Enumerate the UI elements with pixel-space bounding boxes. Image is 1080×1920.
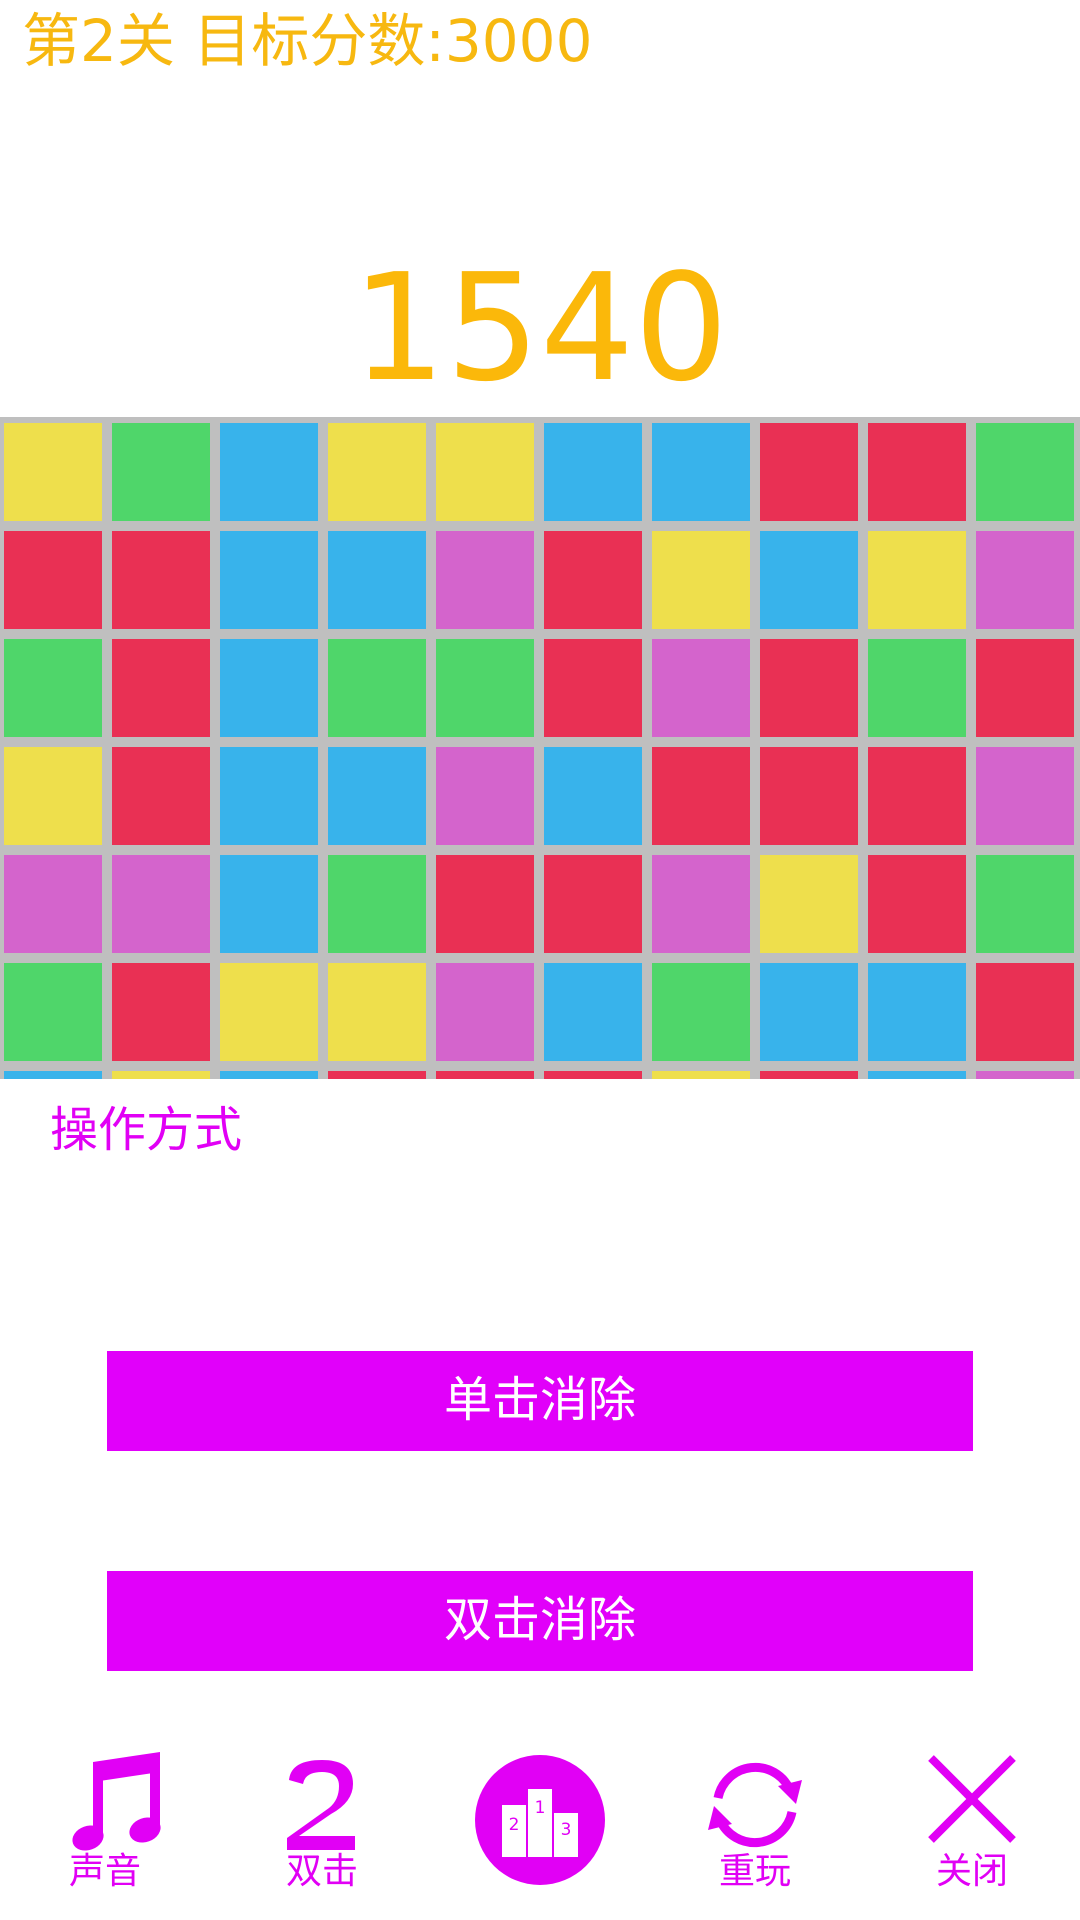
sound-button[interactable]: 声音	[30, 1750, 180, 1900]
tile-r5-c8[interactable]	[760, 855, 858, 953]
single-click-eliminate-button[interactable]: 单击消除	[107, 1351, 973, 1451]
tile-r3-c5[interactable]	[436, 639, 534, 737]
tile-r5-c10[interactable]	[976, 855, 1074, 953]
tile-r5-c2[interactable]	[112, 855, 210, 953]
tile-r1-c8[interactable]	[760, 423, 858, 521]
level-target-title: 第2关 目标分数:3000	[22, 7, 593, 75]
tile-r3-c9[interactable]	[868, 639, 966, 737]
tile-r5-c4[interactable]	[328, 855, 426, 953]
tile-r1-c6[interactable]	[544, 423, 642, 521]
game-board	[0, 417, 1080, 1079]
leaderboard-button[interactable]: 2 1 3	[475, 1755, 605, 1885]
tile-r7-c10[interactable]	[976, 1071, 1074, 1079]
tile-r1-c7[interactable]	[652, 423, 750, 521]
tile-r4-c9[interactable]	[868, 747, 966, 845]
tile-r3-c7[interactable]	[652, 639, 750, 737]
tile-r7-c9[interactable]	[868, 1071, 966, 1079]
replay-button[interactable]: 重玩	[680, 1750, 830, 1900]
tile-r1-c2[interactable]	[112, 423, 210, 521]
close-label: 关闭	[935, 1851, 1008, 1892]
game-screen: 第2关 目标分数:3000 1540 操作方式 单击消除 双击消除 声音 双击 …	[0, 0, 1080, 1920]
tile-r3-c3[interactable]	[220, 639, 318, 737]
close-button[interactable]: 关闭	[897, 1750, 1047, 1900]
tile-r1-c10[interactable]	[976, 423, 1074, 521]
tile-r7-c1[interactable]	[4, 1071, 102, 1079]
digit-2-icon	[287, 1760, 355, 1850]
tile-r7-c3[interactable]	[220, 1071, 318, 1079]
tile-r4-c5[interactable]	[436, 747, 534, 845]
tile-r2-c4[interactable]	[328, 531, 426, 629]
tile-r3-c2[interactable]	[112, 639, 210, 737]
tile-r7-c4[interactable]	[328, 1071, 426, 1079]
tile-r5-c7[interactable]	[652, 855, 750, 953]
tile-r6-c9[interactable]	[868, 963, 966, 1061]
tile-r7-c7[interactable]	[652, 1071, 750, 1079]
podium-rank-1: 1	[535, 1798, 546, 1818]
tile-r6-c2[interactable]	[112, 963, 210, 1061]
tile-r4-c6[interactable]	[544, 747, 642, 845]
control-mode-label: 操作方式	[50, 1102, 243, 1158]
tile-r3-c10[interactable]	[976, 639, 1074, 737]
tile-r6-c10[interactable]	[976, 963, 1074, 1061]
tile-r3-c8[interactable]	[760, 639, 858, 737]
tile-r1-c5[interactable]	[436, 423, 534, 521]
podium-icon: 2 1 3	[502, 1789, 578, 1857]
refresh-icon	[708, 1762, 802, 1848]
tile-r2-c6[interactable]	[544, 531, 642, 629]
podium-rank-3: 3	[561, 1820, 572, 1840]
tile-r4-c2[interactable]	[112, 747, 210, 845]
tile-r2-c10[interactable]	[976, 531, 1074, 629]
tile-r5-c9[interactable]	[868, 855, 966, 953]
tile-r4-c10[interactable]	[976, 747, 1074, 845]
tile-r5-c1[interactable]	[4, 855, 102, 953]
tile-r7-c8[interactable]	[760, 1071, 858, 1079]
replay-label: 重玩	[718, 1851, 791, 1892]
tile-r2-c7[interactable]	[652, 531, 750, 629]
double-click-mode-button[interactable]: 双击	[247, 1750, 397, 1900]
tile-r4-c7[interactable]	[652, 747, 750, 845]
tile-r4-c4[interactable]	[328, 747, 426, 845]
tile-r2-c9[interactable]	[868, 531, 966, 629]
tile-r3-c4[interactable]	[328, 639, 426, 737]
tile-r2-c2[interactable]	[112, 531, 210, 629]
tile-r7-c5[interactable]	[436, 1071, 534, 1079]
tile-r7-c2[interactable]	[112, 1071, 210, 1079]
tile-r7-c6[interactable]	[544, 1071, 642, 1079]
tile-r1-c3[interactable]	[220, 423, 318, 521]
tile-r5-c5[interactable]	[436, 855, 534, 953]
music-note-icon	[72, 1752, 161, 1851]
tile-r1-c9[interactable]	[868, 423, 966, 521]
tile-r3-c6[interactable]	[544, 639, 642, 737]
close-icon	[928, 1755, 1016, 1843]
tile-r4-c8[interactable]	[760, 747, 858, 845]
tile-r6-c1[interactable]	[4, 963, 102, 1061]
tile-r6-c5[interactable]	[436, 963, 534, 1061]
double-click-label: 双击	[285, 1851, 358, 1892]
current-score: 1540	[351, 242, 729, 414]
tile-r2-c5[interactable]	[436, 531, 534, 629]
tile-r6-c8[interactable]	[760, 963, 858, 1061]
tile-r3-c1[interactable]	[4, 639, 102, 737]
tile-r6-c3[interactable]	[220, 963, 318, 1061]
tile-r6-c4[interactable]	[328, 963, 426, 1061]
tile-r1-c1[interactable]	[4, 423, 102, 521]
tile-r6-c6[interactable]	[544, 963, 642, 1061]
tile-r1-c4[interactable]	[328, 423, 426, 521]
sound-label: 声音	[68, 1851, 141, 1892]
tile-r4-c1[interactable]	[4, 747, 102, 845]
tile-r4-c3[interactable]	[220, 747, 318, 845]
tile-r6-c7[interactable]	[652, 963, 750, 1061]
tile-r2-c1[interactable]	[4, 531, 102, 629]
tile-r2-c3[interactable]	[220, 531, 318, 629]
podium-rank-2: 2	[509, 1815, 520, 1835]
tile-r2-c8[interactable]	[760, 531, 858, 629]
tile-r5-c3[interactable]	[220, 855, 318, 953]
tile-r5-c6[interactable]	[544, 855, 642, 953]
double-click-eliminate-button[interactable]: 双击消除	[107, 1571, 973, 1671]
